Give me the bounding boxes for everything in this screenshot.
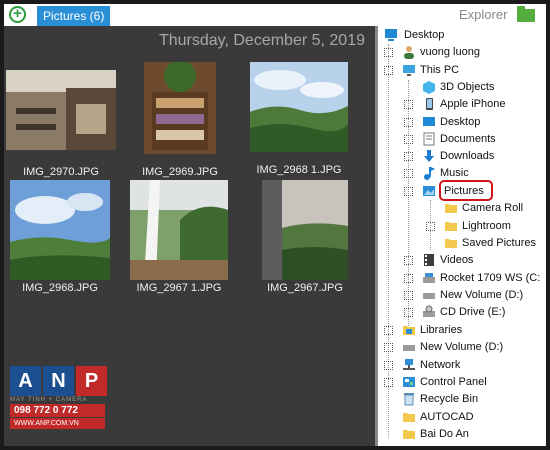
tree-item-label: Control Panel — [420, 376, 487, 388]
photo-image — [250, 62, 348, 152]
expand-toggle[interactable] — [384, 361, 393, 370]
logo-letter-p: P — [76, 366, 107, 396]
expand-toggle[interactable] — [404, 118, 413, 127]
tree-item-label: Saved Pictures — [462, 237, 536, 249]
folder-icon — [403, 430, 415, 439]
logo-letter-a: A — [10, 366, 41, 396]
date-heading: Thursday, December 5, 2019 — [158, 32, 365, 49]
tree-item-label: 3D Objects — [440, 81, 495, 93]
drive-icon — [423, 293, 435, 299]
thumbnail[interactable]: IMG_2967.JPG — [262, 180, 348, 294]
expand-toggle[interactable] — [404, 169, 413, 178]
tree-item-label: Network — [420, 359, 461, 371]
expand-toggle[interactable] — [404, 187, 413, 196]
watermark-site: WWW.ANP.COM.VN — [10, 418, 105, 429]
photo-image — [130, 180, 228, 280]
expand-toggle[interactable] — [384, 326, 393, 335]
photo-image — [144, 62, 216, 154]
expand-toggle[interactable] — [384, 343, 393, 352]
expand-toggle[interactable] — [404, 256, 413, 265]
music-icon — [424, 167, 435, 180]
tree-item-label: AUTOCAD — [420, 411, 474, 423]
video-icon — [424, 254, 434, 266]
image-caption: IMG_2967.JPG — [267, 282, 343, 294]
tree-item-label: Bai Do An — [420, 428, 469, 440]
add-icon[interactable]: + — [9, 6, 26, 23]
tree-item-label: Recycle Bin — [420, 393, 479, 405]
photo-image — [6, 70, 116, 150]
image-caption: IMG_2969.JPG — [142, 166, 218, 178]
tab-pictures[interactable]: Pictures (6) — [37, 6, 111, 26]
expand-toggle[interactable] — [404, 100, 413, 109]
library-icon — [403, 326, 415, 335]
tree-item-label: Rocket 1709 WS (C: — [440, 272, 541, 284]
desktop-icon — [423, 117, 435, 126]
image-caption: IMG_2967 1.JPG — [136, 282, 222, 294]
folder-icon — [403, 413, 415, 422]
tree-item-label: Apple iPhone — [440, 98, 506, 110]
thumbnail[interactable]: IMG_2968 1.JPG — [250, 62, 348, 176]
watermark-logo: A N P MAY TINH + CAMERA 098 772 0 772 WW… — [10, 366, 107, 429]
tree-item-label: CD Drive (E:) — [440, 306, 506, 318]
control-panel-icon — [403, 377, 415, 387]
expand-toggle[interactable] — [426, 222, 435, 231]
folder-icon — [445, 204, 457, 213]
expand-toggle[interactable] — [404, 152, 413, 161]
network-icon — [403, 359, 415, 370]
watermark-phone: 098 772 0 772 — [10, 404, 105, 417]
photo-image — [262, 180, 348, 280]
expand-toggle[interactable] — [404, 274, 413, 283]
expand-toggle[interactable] — [404, 291, 413, 300]
folder-icon[interactable] — [517, 6, 535, 22]
pictures-icon — [423, 186, 435, 196]
drive-icon — [423, 273, 435, 283]
tree-item-label: Lightroom — [462, 220, 511, 232]
image-caption: IMG_2970.JPG — [23, 166, 99, 178]
folder-tree: Desktop vuong luong This PC 3D Objects A… — [375, 26, 546, 446]
logo-letter-n: N — [43, 366, 74, 396]
folder-icon — [445, 222, 457, 231]
computer-icon — [403, 65, 415, 76]
folder-icon — [445, 239, 457, 248]
expand-toggle[interactable] — [384, 378, 393, 387]
expand-toggle[interactable] — [404, 135, 413, 144]
image-caption: IMG_2968 1.JPG — [256, 164, 342, 176]
expand-toggle[interactable] — [384, 66, 393, 75]
thumbnail[interactable]: IMG_2969.JPG — [142, 62, 218, 178]
tree-item-label: Downloads — [440, 150, 495, 162]
explorer-window: + Pictures (6) Explorer Thursday, Decemb… — [0, 0, 550, 450]
tree-item-label: vuong luong — [420, 46, 480, 58]
explorer-label: Explorer — [459, 7, 508, 22]
tree-item-label: New Volume (D:) — [440, 289, 524, 301]
expand-toggle[interactable] — [384, 48, 393, 57]
tree-item-label: Desktop — [404, 29, 445, 41]
thumbnail[interactable]: IMG_2968.JPG — [10, 180, 110, 294]
watermark-tagline: MAY TINH + CAMERA — [10, 397, 88, 403]
user-icon — [404, 46, 414, 59]
tree-item-label: Videos — [440, 254, 474, 266]
tree-item-label: Desktop — [440, 116, 481, 128]
download-icon — [424, 150, 434, 162]
tree-item-label: Documents — [440, 133, 496, 145]
desktop-icon — [385, 29, 397, 41]
cd-drive-icon — [423, 305, 435, 317]
selection-highlight — [439, 180, 493, 201]
tree-item-label: New Volume (D:) — [420, 341, 504, 353]
cube-icon — [423, 81, 435, 94]
thumbnail[interactable]: IMG_2967 1.JPG — [130, 180, 228, 294]
drive-icon — [403, 345, 415, 351]
recycle-bin-icon — [404, 393, 414, 406]
thumbnail[interactable]: IMG_2970.JPG — [6, 70, 116, 178]
tree-item-label: Camera Roll — [462, 202, 524, 214]
documents-icon — [423, 132, 435, 146]
tree-item-label: This PC — [420, 64, 460, 76]
photo-image — [10, 180, 110, 280]
phone-icon — [426, 98, 433, 110]
top-bar: + Pictures (6) Explorer — [4, 4, 546, 26]
gallery-pane: Thursday, December 5, 2019 IMG_2970.JPG — [4, 26, 375, 446]
expand-toggle[interactable] — [404, 308, 413, 317]
tree-item-label: Libraries — [420, 324, 463, 336]
